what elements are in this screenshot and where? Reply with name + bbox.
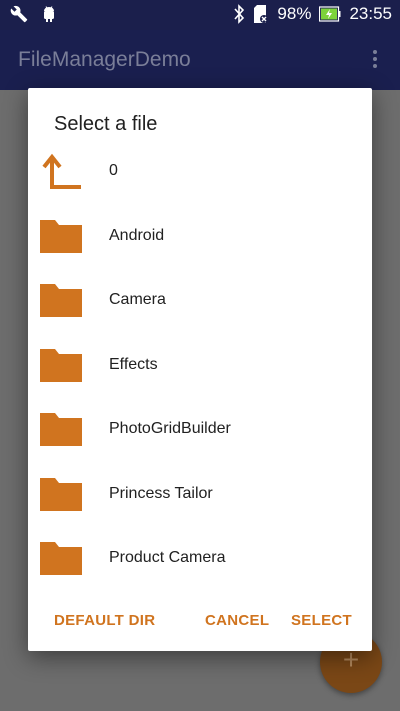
android-icon (42, 6, 56, 22)
folder-icon (38, 217, 82, 255)
folder-icon (38, 475, 82, 513)
overflow-menu-icon[interactable] (372, 50, 378, 70)
wrench-icon (10, 5, 28, 23)
select-button[interactable]: SELECT (291, 612, 352, 629)
list-item[interactable]: Princess Tailor (28, 465, 372, 530)
list-item[interactable]: Camera (28, 271, 372, 336)
list-item-label: 0 (109, 162, 118, 179)
folder-icon (38, 346, 82, 384)
sd-card-icon (253, 4, 269, 24)
list-item-label: Product Camera (109, 549, 226, 566)
app-bar: FileManagerDemo (0, 30, 400, 90)
dialog-title: Select a file (54, 113, 158, 135)
dialog-actions: DEFAULT DIR CANCEL SELECT (28, 612, 372, 632)
list-item-label: Camera (109, 291, 166, 308)
folder-icon (38, 410, 82, 448)
list-item-label: Android (109, 226, 165, 244)
bluetooth-icon (233, 4, 245, 24)
list-item-parent[interactable]: 0 (28, 142, 372, 207)
folder-icon (38, 539, 82, 577)
battery-percent: 98% (277, 4, 312, 23)
app-title: FileManagerDemo (18, 48, 191, 71)
clock: 23:55 (349, 4, 392, 23)
battery-charging-icon (319, 6, 341, 22)
list-item[interactable]: PhotoGridBuilder (28, 400, 372, 465)
list-item[interactable]: Product Camera (28, 529, 372, 594)
list-item-label: PhotoGridBuilder (109, 420, 231, 437)
default-dir-button[interactable]: DEFAULT DIR (54, 612, 155, 629)
parent-directory-icon (38, 152, 82, 190)
folder-icon (38, 281, 82, 319)
status-bar: 98% 23:55 (0, 0, 400, 30)
list-item-label: Princess Tailor (109, 484, 213, 502)
file-list: 0 Android Camera Effects PhotoGridBuilde… (28, 142, 372, 594)
cancel-button[interactable]: CANCEL (205, 612, 269, 629)
list-item-label: Effects (109, 355, 158, 373)
select-file-dialog: Select a file 0 Android Camera Effects P… (28, 88, 372, 651)
list-item[interactable]: Android (28, 207, 372, 272)
list-item[interactable]: Effects (28, 336, 372, 401)
